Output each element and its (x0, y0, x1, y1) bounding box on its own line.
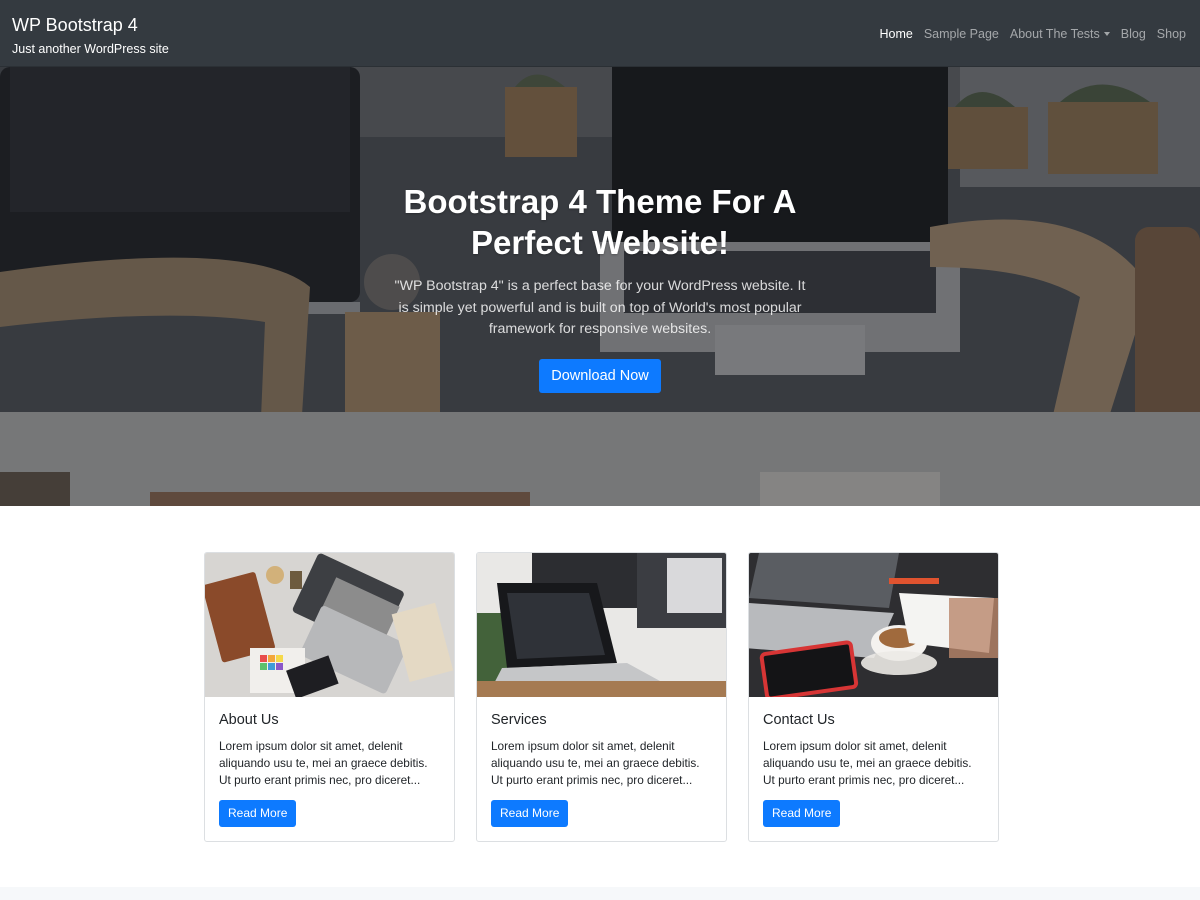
nav-item-about-the-tests: About The Tests (1010, 24, 1110, 44)
feature-cards: About Us Lorem ipsum dolor sit amet, del… (204, 552, 999, 842)
site-title: WP Bootstrap 4 (12, 15, 138, 35)
card-image-services (477, 553, 726, 697)
hero-lead-text: "WP Bootstrap 4" is a perfect base for y… (394, 278, 806, 337)
read-more-button[interactable]: Read More (763, 800, 841, 827)
read-more-button[interactable]: Read More (491, 800, 569, 827)
site-navbar: WP Bootstrap 4 Just another WordPress si… (0, 0, 1200, 67)
nav-link-blog[interactable]: Blog (1121, 27, 1146, 41)
nav-item-blog: Blog (1121, 24, 1146, 44)
nav-link-sample-page[interactable]: Sample Page (924, 27, 999, 41)
card-text: Lorem ipsum dolor sit amet, delenit aliq… (763, 739, 972, 787)
hero-content: Bootstrap 4 Theme For A Perfect Website!… (0, 181, 1200, 393)
hero-section: Bootstrap 4 Theme For A Perfect Website!… (0, 67, 1200, 506)
nav-item-home: Home (879, 24, 912, 44)
nav-link-about-the-tests-label: About The Tests (1009, 27, 1100, 41)
nav-link-about-the-tests[interactable]: About The Tests (1010, 27, 1110, 41)
nav-link-shop[interactable]: Shop (1157, 27, 1186, 41)
primary-menu: Home Sample Page About The Tests Blog Sh… (868, 24, 1186, 44)
download-now-button[interactable]: Download Now (539, 358, 661, 393)
nav-link-home[interactable]: Home (879, 27, 912, 41)
card-image-about-us (205, 553, 454, 697)
card-text: Lorem ipsum dolor sit amet, delenit aliq… (219, 739, 428, 787)
hero-title: Bootstrap 4 Theme For A Perfect Website! (403, 183, 797, 261)
card-about-us: About Us Lorem ipsum dolor sit amet, del… (204, 552, 455, 842)
site-brand-link[interactable]: WP Bootstrap 4 Just another WordPress si… (12, 14, 169, 58)
card-body: Services Lorem ipsum dolor sit amet, del… (477, 711, 726, 827)
footer-strip (0, 887, 1200, 900)
card-contact-us: Contact Us Lorem ipsum dolor sit amet, d… (748, 552, 999, 842)
read-more-button[interactable]: Read More (219, 800, 297, 827)
caret-down-icon (1103, 32, 1110, 36)
site-tagline: Just another WordPress site (12, 42, 169, 56)
card-image-contact-us (749, 553, 998, 697)
nav-item-shop: Shop (1157, 24, 1186, 44)
card-body: Contact Us Lorem ipsum dolor sit amet, d… (749, 711, 998, 827)
card-body: About Us Lorem ipsum dolor sit amet, del… (205, 711, 454, 827)
card-title: About Us (219, 712, 279, 728)
card-title: Contact Us (763, 712, 835, 728)
card-text: Lorem ipsum dolor sit amet, delenit aliq… (491, 739, 700, 787)
nav-item-sample-page: Sample Page (924, 24, 999, 44)
card-services: Services Lorem ipsum dolor sit amet, del… (476, 552, 727, 842)
card-title: Services (491, 712, 547, 728)
